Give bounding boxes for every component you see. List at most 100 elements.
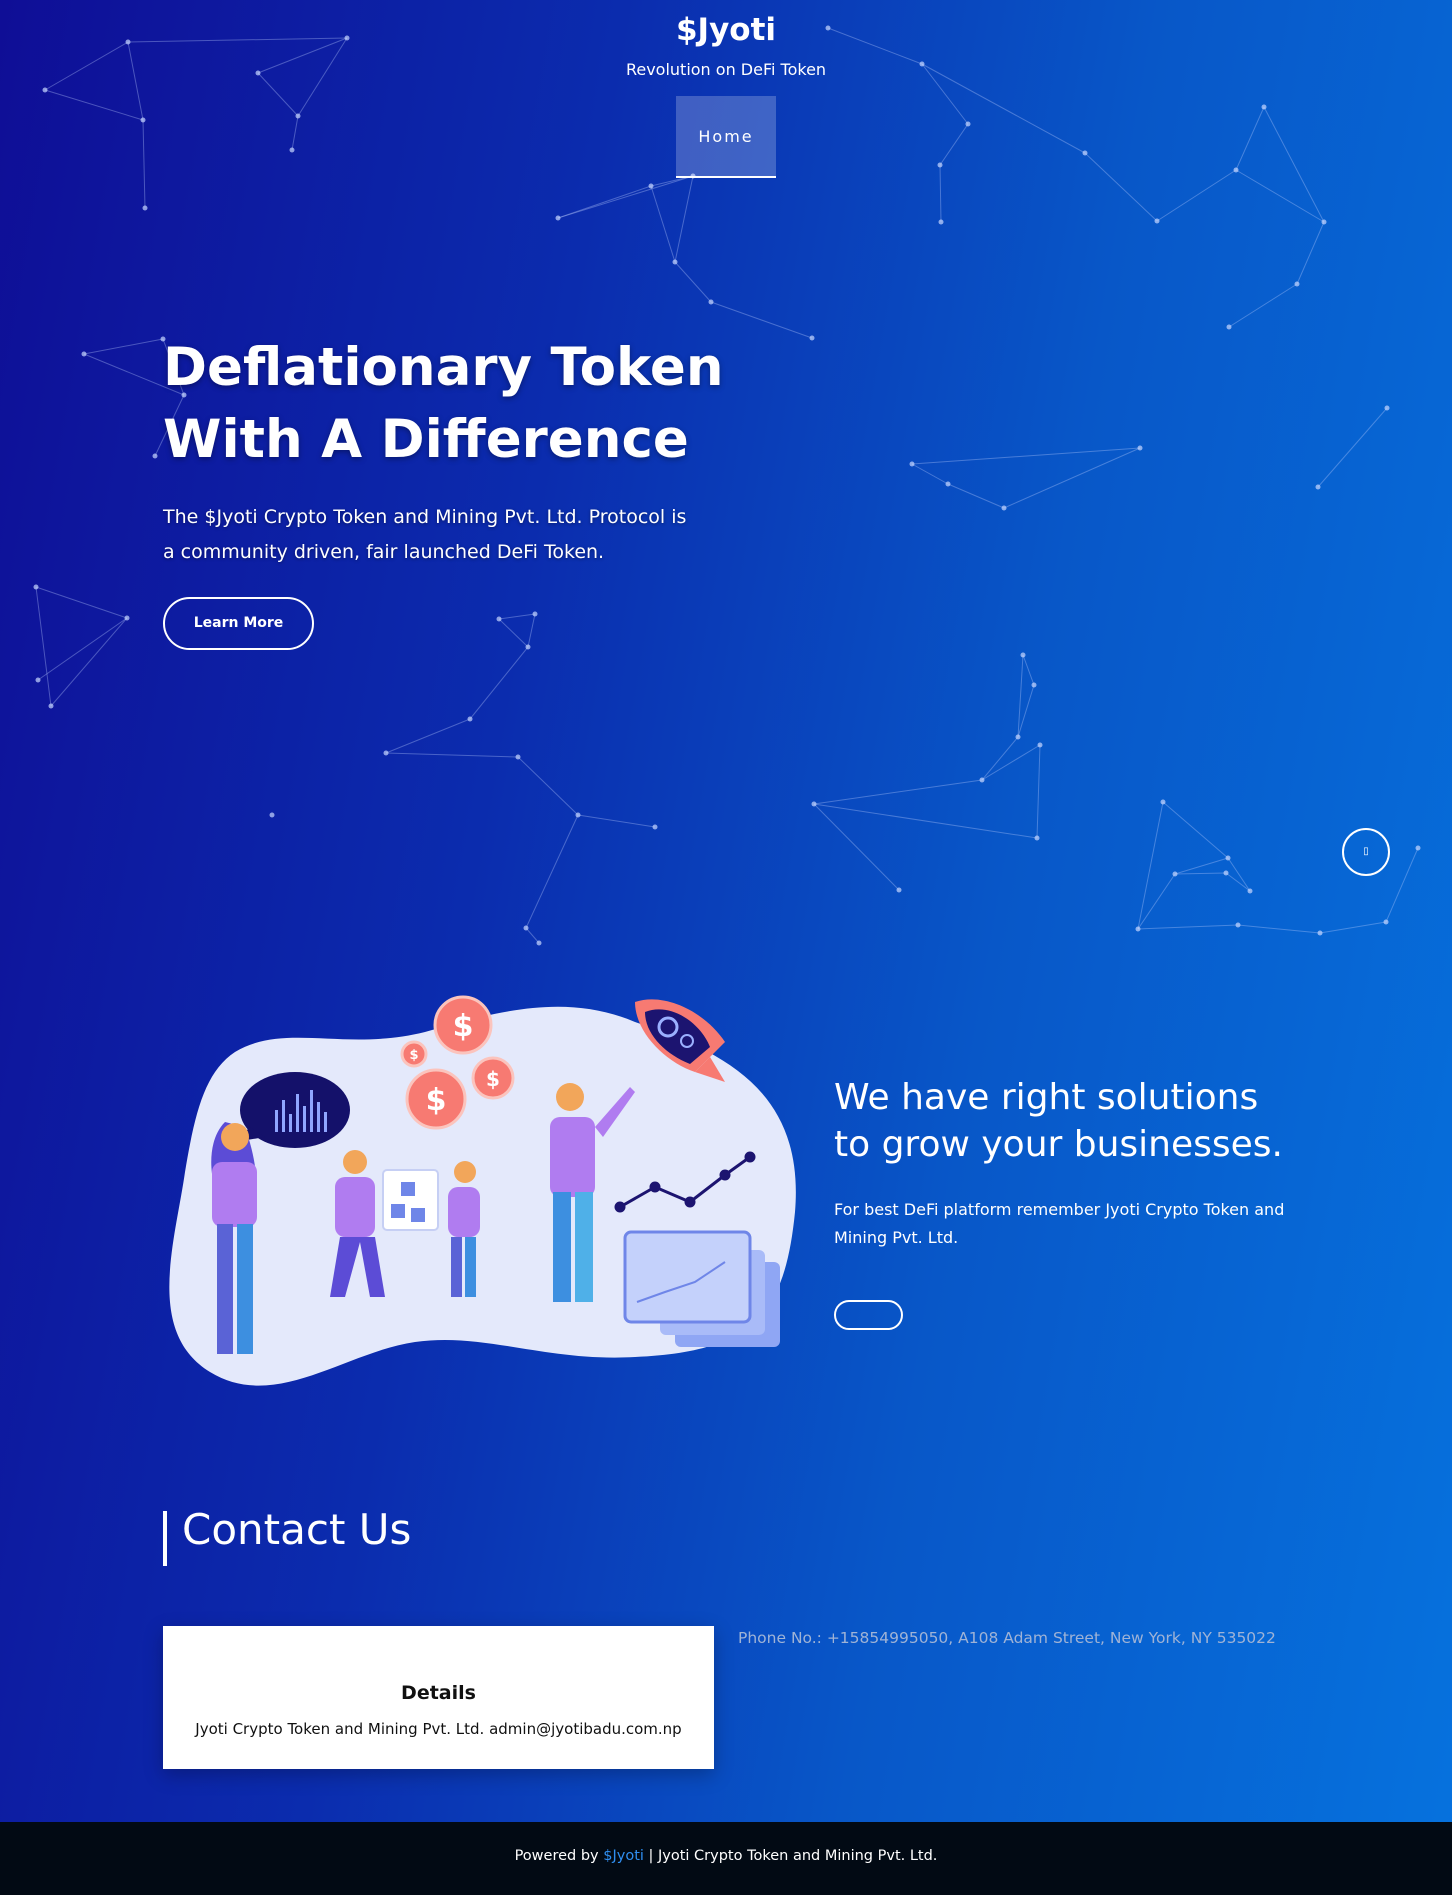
solutions-button[interactable]: [834, 1300, 903, 1330]
network-line: [1317, 407, 1388, 488]
network-node: [289, 147, 295, 153]
brand-tagline: Revolution on DeFi Token: [625, 60, 827, 79]
brand-title[interactable]: $Jyoti: [0, 12, 1452, 48]
network-node: [979, 777, 985, 783]
network-line: [142, 119, 146, 209]
network-line: [939, 164, 942, 223]
network-line: [1162, 801, 1229, 859]
network-node: [1294, 281, 1300, 287]
network-node: [1317, 930, 1323, 936]
network-line: [981, 744, 1041, 781]
solutions-title-line2: to grow your businesses.: [834, 1124, 1283, 1165]
network-node: [937, 162, 943, 168]
network-node: [1001, 505, 1007, 511]
network-line: [517, 756, 579, 816]
network-line: [939, 123, 969, 166]
network-node: [575, 812, 581, 818]
network-node: [1172, 871, 1178, 877]
network-line: [525, 814, 579, 929]
hero-description-line1: The $Jyoti Crypto Token and Mining Pvt. …: [163, 506, 687, 528]
learn-more-button[interactable]: Learn More: [163, 597, 314, 650]
solutions-title-line1: We have right solutions: [834, 1077, 1259, 1118]
network-line: [1084, 152, 1158, 222]
network-line: [35, 586, 128, 619]
network-node: [1015, 734, 1021, 740]
network-line: [1137, 924, 1239, 930]
network-line: [291, 115, 299, 151]
network-node: [515, 754, 521, 760]
network-node: [1223, 870, 1229, 876]
network-line: [674, 261, 712, 303]
network-line: [947, 483, 1005, 509]
network-node: [1384, 405, 1390, 411]
scroll-button[interactable]: ▯: [1342, 828, 1390, 876]
network-line: [1227, 857, 1251, 892]
network-line: [469, 646, 529, 720]
network-line: [1385, 847, 1419, 923]
network-line: [1225, 872, 1251, 892]
network-node: [708, 299, 714, 305]
network-node: [672, 259, 678, 265]
network-node: [35, 677, 41, 683]
footer-suffix: | Jyoti Crypto Token and Mining Pvt. Ltd…: [648, 1848, 938, 1864]
network-node: [896, 887, 902, 893]
network-line: [127, 41, 144, 121]
network-line: [37, 617, 128, 681]
network-node: [1226, 324, 1232, 330]
network-line: [557, 175, 694, 219]
network-node: [269, 812, 275, 818]
network-node: [965, 121, 971, 127]
network-line: [83, 338, 164, 355]
network-node: [811, 801, 817, 807]
network-line: [498, 618, 529, 648]
network-line: [385, 752, 519, 758]
network-node: [1235, 922, 1241, 928]
network-node: [909, 461, 915, 467]
footer-text: Powered by $Jyoti | Jyoti Crypto Token a…: [0, 1848, 1452, 1864]
hero-title-line2: With A Difference: [163, 409, 689, 470]
svg-text:$: $: [426, 1083, 447, 1118]
svg-text:$: $: [409, 1048, 418, 1063]
network-node: [1160, 799, 1166, 805]
network-node: [467, 716, 473, 722]
network-line: [1319, 921, 1387, 934]
nav-item-home[interactable]: Home: [676, 96, 776, 178]
footer: Powered by $Jyoti | Jyoti Crypto Token a…: [0, 1822, 1452, 1895]
network-line: [50, 617, 128, 707]
network-line: [1235, 106, 1265, 171]
details-title: Details: [401, 1682, 476, 1704]
network-node: [525, 644, 531, 650]
network-node: [532, 611, 538, 617]
hero-description-line2: a community driven, fair launched DeFi T…: [163, 541, 605, 563]
svg-text:$: $: [453, 1009, 474, 1044]
network-node: [1321, 219, 1327, 225]
network-line: [674, 175, 694, 263]
network-node: [1154, 218, 1160, 224]
network-line: [911, 463, 949, 485]
network-line: [1022, 654, 1035, 686]
network-node: [1037, 742, 1043, 748]
network-line: [525, 927, 540, 944]
network-node: [48, 703, 54, 709]
network-line: [1296, 221, 1325, 285]
network-node: [124, 615, 130, 621]
hero-title: Deflationary Token With A Difference: [163, 332, 783, 476]
footer-brand-link[interactable]: $Jyoti: [603, 1848, 644, 1864]
network-line: [385, 718, 471, 754]
network-node: [1315, 484, 1321, 490]
network-node: [1031, 682, 1037, 688]
network-node: [1225, 855, 1231, 861]
network-node: [496, 616, 502, 622]
network-line: [527, 613, 536, 648]
network-line: [813, 803, 900, 891]
network-node: [1135, 926, 1141, 932]
solutions-description: For best DeFi platform remember Jyoti Cr…: [834, 1196, 1294, 1252]
footer-prefix: Powered by: [514, 1848, 599, 1864]
network-line: [813, 779, 983, 805]
network-node: [1261, 104, 1267, 110]
network-node: [809, 335, 815, 341]
network-node: [1383, 919, 1389, 925]
network-node: [42, 87, 48, 93]
network-node: [536, 940, 542, 946]
network-node: [1020, 652, 1026, 658]
